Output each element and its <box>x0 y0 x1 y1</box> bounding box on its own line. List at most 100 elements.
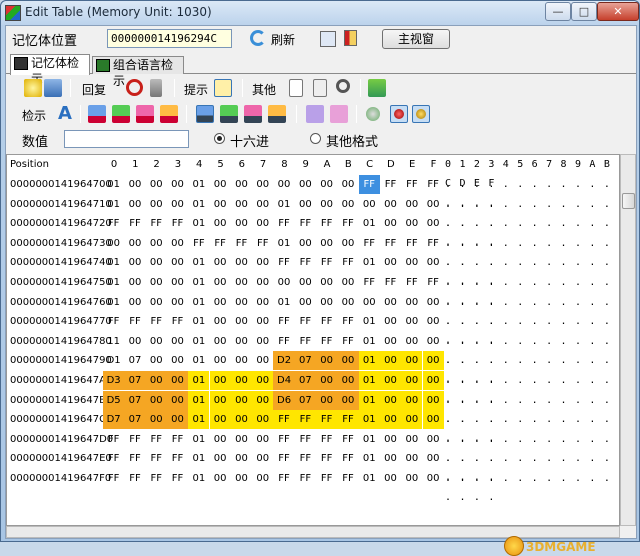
byte-cell[interactable]: 00 <box>252 273 273 292</box>
byte-cell[interactable]: 00 <box>252 449 273 468</box>
byte-cell[interactable]: 00 <box>230 390 253 410</box>
byte-cell[interactable]: 00 <box>337 195 358 214</box>
people-icon[interactable] <box>44 79 62 97</box>
byte-cell[interactable]: D6 <box>273 390 295 410</box>
byte-cell[interactable]: 00 <box>146 195 167 214</box>
byte-cell[interactable]: 01 <box>103 293 124 312</box>
byte-cell[interactable]: 01 <box>188 312 209 331</box>
byte-cell[interactable]: FF <box>273 449 294 468</box>
byte-cell[interactable]: 00 <box>210 449 231 468</box>
main-view-button[interactable]: 主视窗 <box>382 29 450 49</box>
byte-cell[interactable]: 00 <box>337 293 358 312</box>
refresh-label[interactable]: 刷新 <box>271 31 295 48</box>
byte-cell[interactable]: 00 <box>252 214 273 233</box>
gray-circle-icon[interactable] <box>366 107 380 121</box>
byte-cell[interactable]: 07 <box>294 351 316 371</box>
byte-cell[interactable]: 00 <box>231 293 252 312</box>
byte-cell[interactable]: 00 <box>401 195 422 214</box>
byte-cell[interactable]: 01 <box>103 195 124 214</box>
byte-cell[interactable]: 00 <box>401 371 423 390</box>
byte-cell[interactable]: FF <box>359 273 380 292</box>
byte-cell[interactable]: 00 <box>423 312 444 331</box>
table-row[interactable]: 00000001419647D0 FF FF FF FF 01 00 00 00 FF FF FF FF… <box>7 430 619 464</box>
byte-cell[interactable]: 00 <box>380 195 401 214</box>
byte-cell[interactable]: 00 <box>210 312 231 331</box>
byte-cell[interactable]: 00 <box>252 253 273 272</box>
byte-cell[interactable]: FF <box>273 214 294 233</box>
byte-cell[interactable]: 00 <box>380 469 401 488</box>
byte-cell[interactable]: FF <box>295 430 316 449</box>
byte-cell[interactable]: D1 <box>103 351 124 370</box>
byte-cell[interactable]: 00 <box>422 410 444 430</box>
byte-cell[interactable]: 00 <box>166 390 189 410</box>
byte-cell[interactable]: 00 <box>316 273 337 292</box>
byte-cell[interactable]: 00 <box>401 469 422 488</box>
byte-cell[interactable]: FF <box>401 175 422 194</box>
byte-cell[interactable]: 01 <box>359 253 380 272</box>
byte-cell[interactable]: 00 <box>252 351 273 370</box>
byte-cell[interactable]: FF <box>124 214 145 233</box>
byte-cell[interactable]: FF <box>380 234 401 253</box>
byte-cell[interactable]: D3 <box>103 371 125 390</box>
byte-cell[interactable]: 00 <box>337 351 359 371</box>
byte-cell[interactable]: 00 <box>337 175 358 194</box>
byte-cell[interactable]: 00 <box>210 332 231 351</box>
dec-q-icon[interactable] <box>160 105 178 123</box>
byte-cell[interactable]: 00 <box>380 430 401 449</box>
byte-cell[interactable]: 00 <box>167 332 188 351</box>
byte-cell[interactable]: FF <box>273 430 294 449</box>
byte-cell[interactable]: 00 <box>124 253 145 272</box>
byte-cell[interactable]: 00 <box>146 234 167 253</box>
table-row[interactable]: 0000000141964720 FF FF FF FF 01 00 00 00 FF FF FF FF… <box>7 214 619 248</box>
hex-w-icon[interactable] <box>220 105 238 123</box>
byte-cell[interactable]: 01 <box>358 390 380 410</box>
byte-cell[interactable]: 00 <box>252 293 273 312</box>
byte-cell[interactable]: 00 <box>146 332 167 351</box>
table-row[interactable]: 0000000141964760 01 00 00 00 01 00 00 00 01 00 00 00… <box>7 293 619 327</box>
byte-cell[interactable]: 01 <box>359 332 380 351</box>
byte-cell[interactable]: 00 <box>401 390 423 410</box>
byte-cell[interactable]: 00 <box>295 195 316 214</box>
table-row[interactable]: 00000001419647A0 D3 07 00 00 01 00 00 00 D4 07 00 00… <box>7 371 619 405</box>
byte-cell[interactable]: 07 <box>124 390 146 410</box>
byte-cell[interactable]: FF <box>167 312 188 331</box>
byte-cell[interactable]: 01 <box>103 253 124 272</box>
byte-cell[interactable]: FF <box>124 430 145 449</box>
byte-cell[interactable]: 07 <box>294 371 316 390</box>
byte-cell[interactable]: 00 <box>145 410 167 430</box>
byte-cell[interactable]: 00 <box>422 390 444 410</box>
byte-cell[interactable]: 00 <box>210 469 231 488</box>
byte-cell[interactable]: 00 <box>252 195 273 214</box>
byte-cell[interactable]: FF <box>103 469 124 488</box>
radio-other-label[interactable]: 其他格式 <box>326 131 378 150</box>
title-bar[interactable]: Edit Table (Memory Unit: 1030) — □ ✕ <box>1 1 639 25</box>
byte-cell[interactable]: 07 <box>124 351 145 370</box>
byte-cell[interactable]: 00 <box>316 390 338 410</box>
byte-cell[interactable]: FF <box>188 234 209 253</box>
byte-cell[interactable]: 00 <box>167 195 188 214</box>
byte-cell[interactable]: 01 <box>188 371 210 390</box>
byte-cell[interactable]: 00 <box>167 351 188 370</box>
byte-cell[interactable]: 00 <box>380 449 401 468</box>
byte-cell[interactable]: FF <box>295 469 316 488</box>
byte-cell[interactable]: 01 <box>273 293 294 312</box>
byte-cell[interactable]: 00 <box>295 175 316 194</box>
red-circle-button[interactable] <box>390 105 408 123</box>
byte-cell[interactable]: 00 <box>167 253 188 272</box>
byte-cell[interactable]: 00 <box>146 273 167 292</box>
address-input[interactable]: 000000014196294C <box>107 29 232 48</box>
byte-cell[interactable]: 00 <box>380 253 401 272</box>
byte-cell[interactable]: 00 <box>423 469 444 488</box>
dec-w-icon[interactable] <box>112 105 130 123</box>
table-row[interactable]: 0000000141964700 01 00 00 00 01 00 00 00 00 00 00 00… <box>7 175 619 209</box>
byte-cell[interactable]: 00 <box>231 430 252 449</box>
byte-cell[interactable]: 07 <box>124 410 146 430</box>
byte-cell[interactable]: FF <box>295 214 316 233</box>
byte-cell[interactable]: 01 <box>188 390 210 410</box>
table-row[interactable]: 00000001419647B0 D5 07 00 00 01 00 00 00 D6 07 00 00… <box>7 390 619 425</box>
byte-cell[interactable]: FF <box>316 469 337 488</box>
table-row[interactable]: 0000000141964710 01 00 00 00 01 00 00 00 01 00 00 00… <box>7 195 619 229</box>
book-icon[interactable] <box>344 30 357 46</box>
byte-cell[interactable]: 00 <box>231 449 252 468</box>
tab-disassembly-view[interactable]: 组合语言检示 <box>92 56 184 88</box>
